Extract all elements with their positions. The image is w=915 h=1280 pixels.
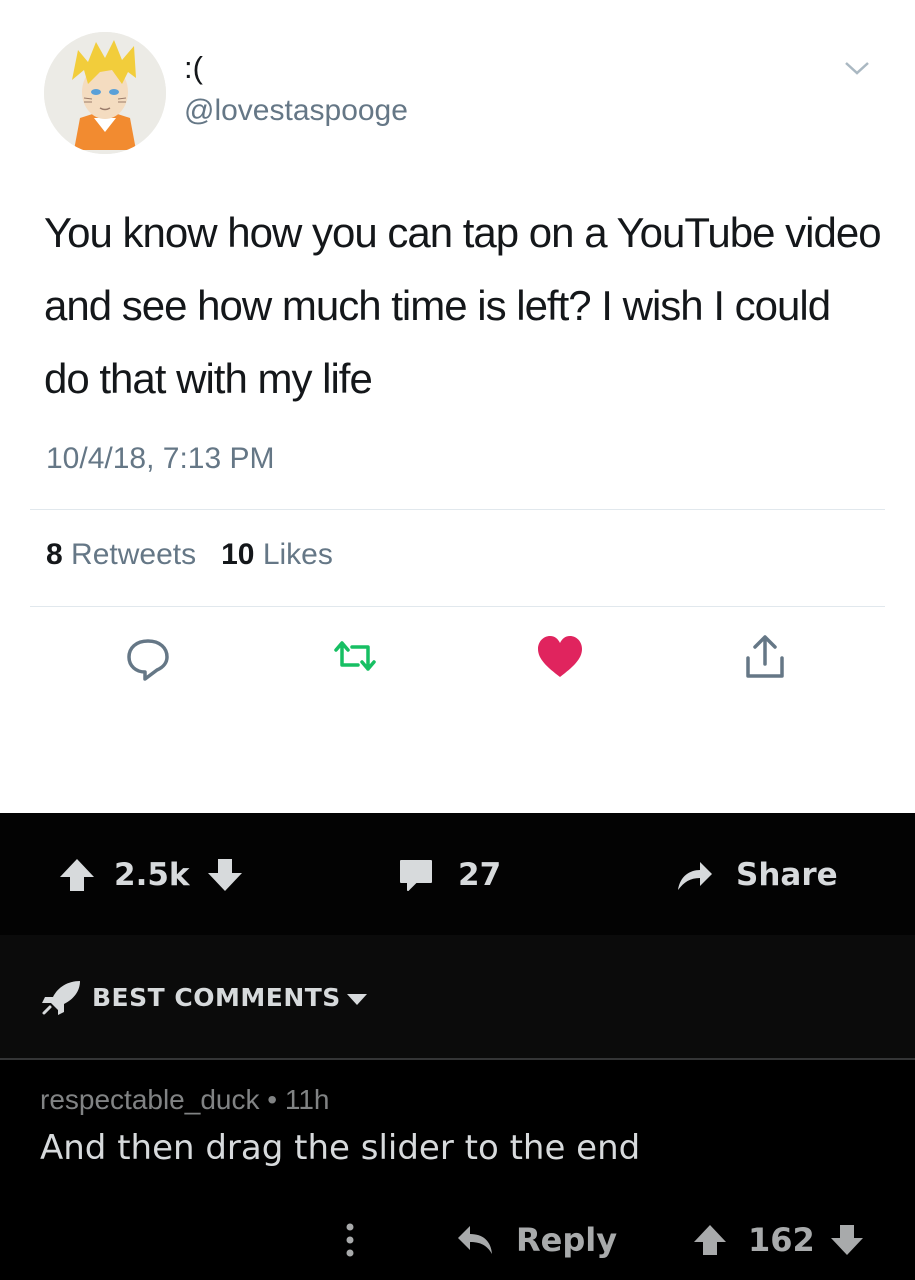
upvote-icon[interactable] <box>58 857 96 893</box>
display-name[interactable]: :( <box>184 50 203 86</box>
comment-icon[interactable] <box>123 632 173 682</box>
tweet-card: :( @lovestaspooge You know how you can t… <box>0 0 915 813</box>
like-icon[interactable] <box>535 632 585 682</box>
user-handle[interactable]: @lovestaspooge <box>184 94 408 128</box>
share-button[interactable]: Share <box>676 853 838 897</box>
meta-separator: • <box>267 1084 278 1115</box>
comment-meta: respectable_duck • 11h <box>40 1084 330 1116</box>
comments-button[interactable]: 27 <box>398 853 501 897</box>
comment-age: 11h <box>284 1084 330 1115</box>
upvote-icon[interactable] <box>692 1223 728 1257</box>
comment-vote-group: 162 <box>692 1218 865 1262</box>
avatar[interactable] <box>44 32 166 154</box>
engagement-stats: 8 Retweets 10 Likes <box>46 538 333 572</box>
comment-text: And then drag the slider to the end <box>40 1128 641 1168</box>
retweet-label[interactable]: Retweets <box>71 538 196 571</box>
reply-icon <box>458 1226 492 1254</box>
reply-label: Reply <box>516 1221 618 1259</box>
downvote-icon[interactable] <box>206 857 244 893</box>
post-action-bar: 2.5k 27 Share <box>0 813 915 935</box>
retweet-icon[interactable] <box>330 632 380 682</box>
divider <box>30 509 885 510</box>
downvote-icon[interactable] <box>829 1223 865 1257</box>
caret-down-icon[interactable] <box>346 993 368 1007</box>
comment-vote-count: 162 <box>748 1221 815 1259</box>
like-label[interactable]: Likes <box>263 538 333 571</box>
post-vote-count: 2.5k <box>114 857 190 893</box>
reply-button[interactable]: Reply <box>456 1218 617 1262</box>
comment-count: 27 <box>458 857 502 893</box>
like-count[interactable]: 10 <box>221 538 254 571</box>
comment: respectable_duck • 11h And then drag the… <box>0 1060 915 1280</box>
vote-group: 2.5k <box>58 853 244 897</box>
share-icon[interactable] <box>740 632 790 682</box>
sort-bar: BEST COMMENTS <box>0 935 915 1060</box>
tweet-timestamp: 10/4/18, 7:13 PM <box>46 442 275 475</box>
more-options-icon[interactable] <box>340 1218 360 1262</box>
rocket-icon <box>42 981 80 1015</box>
retweet-count[interactable]: 8 <box>46 538 63 571</box>
chevron-down-icon[interactable] <box>842 58 872 78</box>
share-label: Share <box>736 857 838 893</box>
divider <box>30 606 885 607</box>
comment-author[interactable]: respectable_duck <box>40 1084 259 1115</box>
tweet-text: You know how you can tap on a YouTube vi… <box>44 209 882 402</box>
comment-bubble-icon <box>400 860 432 891</box>
sort-label[interactable]: BEST COMMENTS <box>92 983 341 1012</box>
share-arrow-icon <box>678 862 712 890</box>
